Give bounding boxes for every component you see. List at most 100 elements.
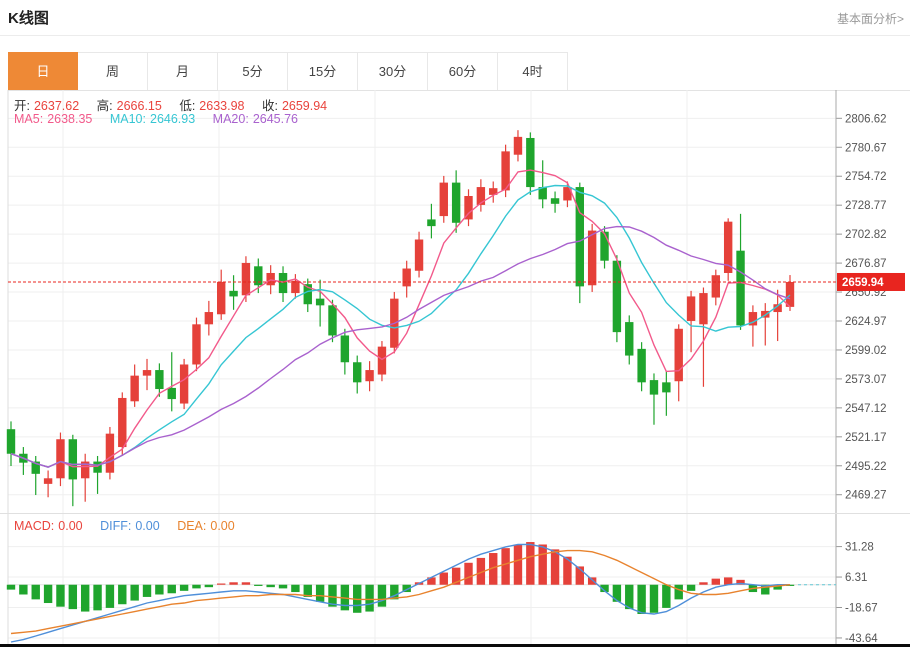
tab-4时[interactable]: 4时 [498,52,568,90]
candle-body [353,362,361,382]
tab-60分[interactable]: 60分 [428,52,498,90]
candle-body [143,370,151,376]
tab-周[interactable]: 周 [78,52,148,90]
tab-日[interactable]: 日 [8,52,78,90]
candle-body [365,370,373,381]
price-axis-label: 2573.07 [845,374,887,386]
candle-body [316,299,324,306]
macd-hist-bar [81,585,89,612]
candlestick-chart[interactable]: 2806.622780.672754.722728.772702.822676.… [0,90,910,514]
price-axis-label: 2624.97 [845,316,887,328]
price-axis-label: 2702.82 [845,229,887,241]
candle-body [625,322,633,355]
candle-body [440,183,448,216]
price-axis-label: 2547.12 [845,403,887,415]
macd-hist-bar [180,585,188,591]
macd-hist-bar [501,548,509,585]
macd-chart[interactable]: 31.28 6.31 -18.67 -43.64 [0,514,910,644]
price-axis-label: 2521.17 [845,432,887,444]
candle-body [180,364,188,403]
price-axis-label: 2599.02 [845,345,887,357]
candle-body [118,398,126,447]
macd-hist-bar [205,585,213,587]
candle-body [637,349,645,382]
candle-body [662,382,670,392]
candle-body [675,329,683,381]
macd-hist-bar [699,582,707,584]
candle-body [402,269,410,287]
macd-hist-bar [378,585,386,607]
macd-hist-bar [168,585,176,594]
macd-hist-bar [242,582,250,584]
title-divider [0,35,910,36]
candle-body [266,273,274,285]
macd-hist-bar [440,573,448,585]
fundamental-analysis-link[interactable]: 基本面分析> [837,10,904,27]
candle-body [229,291,237,297]
candle-body [588,231,596,286]
candle-body [106,434,114,473]
candle-body [687,296,695,321]
macd-hist-bar [254,585,262,586]
macd-hist-bar [650,585,658,613]
macd-hist-bar [687,585,695,591]
candle-body [600,232,608,261]
macd-hist-bar [613,585,621,602]
macd-hist-bar [69,585,77,609]
macd-hist-bar [192,585,200,589]
candle-body [415,240,423,271]
macd-hist-bar [118,585,126,605]
tab-15分[interactable]: 15分 [288,52,358,90]
candle-body [279,273,287,293]
candle-body [155,370,163,389]
macd-hist-bar [464,563,472,585]
tab-5分[interactable]: 5分 [218,52,288,90]
macd-hist-bar [217,584,225,585]
macd-hist-bar [637,585,645,614]
macd-hist-bar [7,585,15,590]
candle-body [168,388,176,399]
macd-hist-bar [279,585,287,589]
macd-hist-bar [56,585,64,607]
macd-hist-bar [712,579,720,585]
price-axis-label: 2676.87 [845,258,887,270]
price-axis-label: 2780.67 [845,142,887,154]
candle-body [378,347,386,375]
bottom-border [0,644,910,647]
candle-body [551,198,559,204]
candle-body [514,137,522,155]
candle-body [93,462,101,473]
macd-hist-bar [662,585,670,608]
tab-月[interactable]: 月 [148,52,218,90]
macd-hist-bar [588,577,596,584]
macd-hist-bar [675,585,683,600]
macd-hist-bar [526,542,534,585]
macd-hist-bar [316,585,324,602]
macd-hist-bar [551,549,559,584]
macd-hist-bar [291,585,299,592]
macd-axis-label: 31.28 [845,542,874,554]
macd-axis-label: -43.64 [845,633,878,644]
macd-axis-label: 6.31 [845,572,867,584]
candle-body [44,478,52,484]
tab-30分[interactable]: 30分 [358,52,428,90]
candle-body [526,138,534,187]
price-axis-label: 2806.62 [845,113,887,125]
macd-hist-bar [32,585,40,600]
candle-body [7,429,15,454]
macd-axis-label: -18.67 [845,603,878,615]
macd-hist-bar [93,585,101,611]
price-axis-label: 2495.22 [845,461,887,473]
candle-body [69,439,77,479]
candle-body [130,376,138,402]
macd-hist-bar [130,585,138,601]
macd-hist-bar [229,582,237,584]
macd-hist-bar [155,585,163,595]
macd-hist-bar [44,585,52,603]
candle-body [205,312,213,324]
candle-body [217,282,225,314]
candle-body [736,251,744,326]
candle-body [427,219,435,226]
candle-body [576,187,584,286]
candle-body [328,305,336,335]
